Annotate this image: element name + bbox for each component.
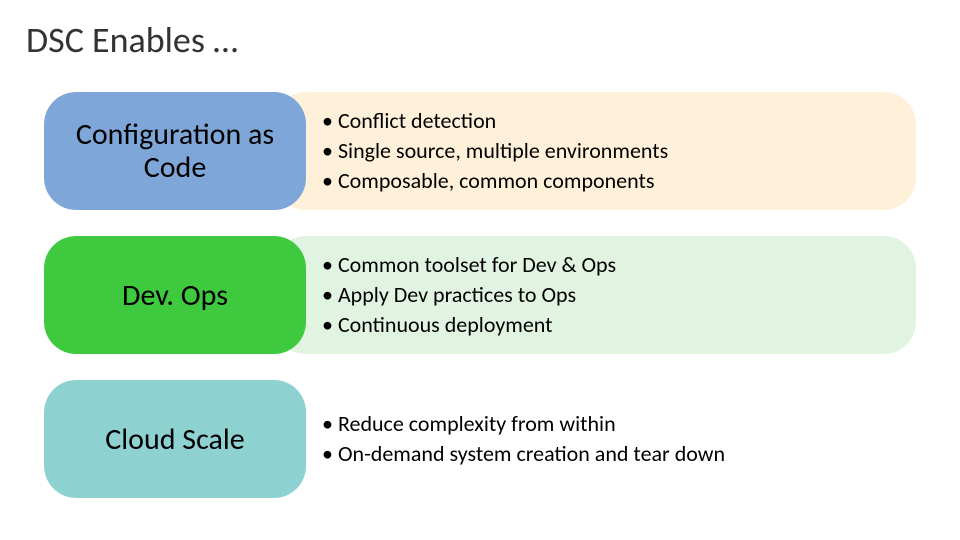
bullet: Conflict detection bbox=[322, 106, 916, 136]
row-bullets: Common toolset for Dev & Ops Apply Dev p… bbox=[274, 236, 916, 354]
row-bullets: Conflict detection Single source, multip… bbox=[274, 92, 916, 210]
row-cloud-scale: Cloud Scale Reduce complexity from withi… bbox=[44, 380, 916, 498]
bullet: On-demand system creation and tear down bbox=[322, 439, 916, 469]
row-label: Dev. Ops bbox=[44, 236, 306, 354]
bullet: Composable, common components bbox=[322, 166, 916, 196]
slide-title: DSC Enables … bbox=[26, 18, 940, 62]
bullet: Apply Dev practices to Ops bbox=[322, 280, 916, 310]
row-dev-ops: Dev. Ops Common toolset for Dev & Ops Ap… bbox=[44, 236, 916, 354]
bullet: Common toolset for Dev & Ops bbox=[322, 250, 916, 280]
row-label: Configuration as Code bbox=[44, 92, 306, 210]
bullet: Single source, multiple environments bbox=[322, 136, 916, 166]
bullet: Continuous deployment bbox=[322, 310, 916, 340]
row-bullets: Reduce complexity from within On-demand … bbox=[274, 380, 916, 498]
bullet: Reduce complexity from within bbox=[322, 409, 916, 439]
slide: DSC Enables … Configuration as Code Conf… bbox=[0, 0, 960, 540]
row-label: Cloud Scale bbox=[44, 380, 306, 498]
feature-rows: Configuration as Code Conflict detection… bbox=[20, 92, 940, 498]
row-configuration-as-code: Configuration as Code Conflict detection… bbox=[44, 92, 916, 210]
